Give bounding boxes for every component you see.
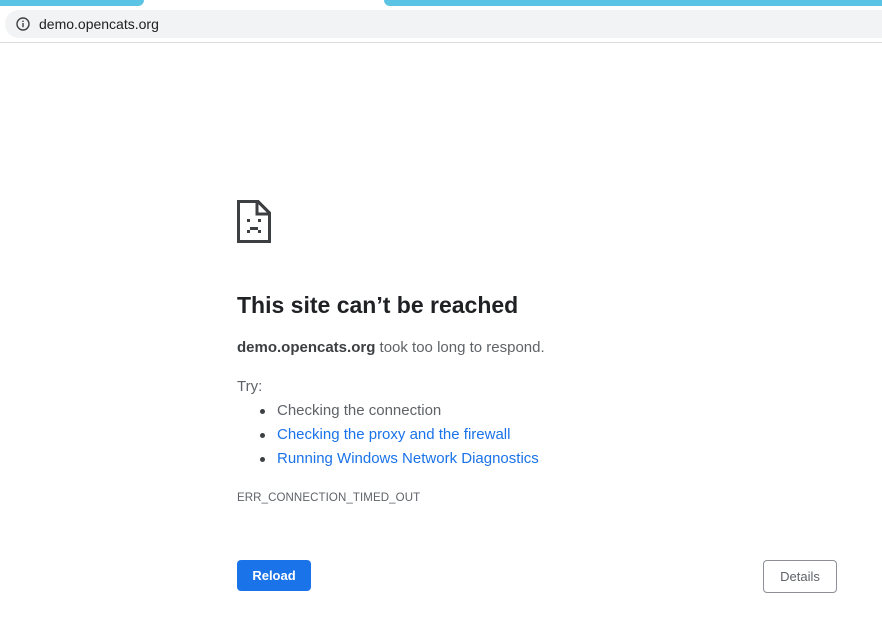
link-network-diagnostics[interactable]: Running Windows Network Diagnostics [277,450,539,467]
try-label: Try: [237,378,263,395]
bullet-icon [260,409,265,414]
browser-toolbar: demo.opencats.org [0,6,882,43]
url-text[interactable]: demo.opencats.org [39,16,159,32]
error-code: ERR_CONNECTION_TIMED_OUT [237,492,421,504]
error-title: This site can’t be reached [237,292,519,318]
reload-button[interactable]: Reload [237,560,311,591]
suggestion-list: Checking the connection Checking the pro… [259,402,539,474]
link-proxy-firewall[interactable]: Checking the proxy and the firewall [277,426,510,443]
error-message-text: took too long to respond. [375,339,545,356]
details-button[interactable]: Details [763,560,837,593]
list-item: Running Windows Network Diagnostics [259,450,539,474]
bullet-icon [260,433,265,438]
list-item: Checking the connection [259,402,539,426]
suggestion-check-connection: Checking the connection [277,402,442,419]
sad-page-icon [237,200,271,244]
address-bar[interactable]: demo.opencats.org [5,10,882,38]
info-icon[interactable] [16,17,30,31]
error-message: demo.opencats.org took too long to respo… [237,339,545,357]
bullet-icon [260,457,265,462]
list-item: Checking the proxy and the firewall [259,426,539,450]
error-host: demo.opencats.org [237,339,376,356]
